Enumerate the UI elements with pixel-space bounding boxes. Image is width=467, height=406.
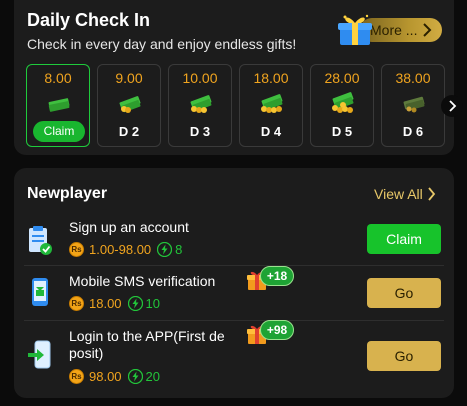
view-all-link[interactable]: View All <box>374 186 436 202</box>
task-name: Sign up an account <box>69 219 189 235</box>
cash-stack-icon <box>48 98 70 112</box>
daily-checkin-subtitle: Check in every day and enjoy endless gif… <box>27 36 297 52</box>
scroll-right-button[interactable] <box>441 95 463 117</box>
rupee-coin-icon: Rs <box>69 242 84 257</box>
bonus-amount: +18 <box>260 266 294 286</box>
day-amount: 9.00 <box>115 70 143 86</box>
reward-amount: 98.00 <box>89 369 122 384</box>
day-card-5[interactable]: 28.00 D 5 <box>310 64 374 147</box>
view-all-label: View All <box>374 186 423 202</box>
task-name-line1: Login to the APP(First de <box>69 328 225 344</box>
claim-pill[interactable]: Claim <box>33 121 85 142</box>
chevron-right-icon <box>449 100 457 112</box>
day-amount: 18.00 <box>253 70 289 86</box>
task-reward: Rs 18.00 10 <box>69 296 160 311</box>
day-card-6[interactable]: 38.00 D 6 <box>381 64 445 147</box>
divider <box>24 265 444 266</box>
day-amount: 8.00 <box>44 70 72 86</box>
day-label: D 3 <box>189 124 211 139</box>
bonus-badge: +18 <box>246 266 300 292</box>
rupee-coin-icon: Rs <box>69 296 84 311</box>
gift-box-icon <box>338 14 372 45</box>
divider <box>24 320 444 321</box>
day-card-4[interactable]: 18.00 D 4 <box>239 64 303 147</box>
day-amount: 10.00 <box>182 70 218 86</box>
bonus-badge: +98 <box>246 320 300 346</box>
day-amount: 28.00 <box>324 70 360 86</box>
cash-stack-icon <box>119 96 141 113</box>
task-name: Login to the APP(First de posit) <box>69 328 225 362</box>
daily-checkin-card: Daily Check In Check in every day and en… <box>14 0 463 155</box>
chevron-right-icon <box>423 23 432 37</box>
bonus-amount: +98 <box>260 320 294 340</box>
chevron-right-icon <box>428 187 435 201</box>
reward-amount: 18.00 <box>89 296 122 311</box>
newplayer-title: Newplayer <box>27 185 108 202</box>
cash-stack-icon <box>261 94 283 113</box>
task-reward: Rs 98.00 20 <box>69 369 160 384</box>
daily-checkin-title: Daily Check In <box>27 10 151 30</box>
day-label: D 6 <box>402 124 424 139</box>
day-amount: 38.00 <box>395 70 431 86</box>
reward-points: 8 <box>175 242 183 257</box>
lightning-bolt-icon <box>127 296 143 311</box>
day-card-2[interactable]: 9.00 D 2 <box>97 64 161 147</box>
cash-stack-icon <box>403 96 425 113</box>
reward-amount: 1.00-98.00 <box>89 242 152 257</box>
cash-stack-icon <box>190 95 212 113</box>
newplayer-card: Newplayer View All Sign up an account Rs… <box>14 168 454 398</box>
day-label: D 4 <box>260 124 282 139</box>
lightning-bolt-icon <box>157 242 173 257</box>
claim-button[interactable]: Claim <box>367 224 441 254</box>
day-card-3[interactable]: 10.00 D 3 <box>168 64 232 147</box>
task-name: Mobile SMS verification <box>69 273 216 289</box>
day-list: 8.00 Claim 9.00 D 2 10.00 D 3 18.00 D 4 … <box>26 64 452 148</box>
phone-sms-icon <box>32 278 48 306</box>
reward-points: 10 <box>145 296 161 311</box>
task-reward: Rs 1.00-98.00 8 <box>69 242 182 257</box>
rupee-coin-icon: Rs <box>69 369 84 384</box>
cash-stack-icon <box>332 92 354 113</box>
go-button[interactable]: Go <box>367 278 441 308</box>
more-button-label: More ... <box>370 22 418 38</box>
phone-login-icon <box>28 340 51 369</box>
day-card-1[interactable]: 8.00 Claim <box>26 64 90 147</box>
go-button[interactable]: Go <box>367 341 441 371</box>
day-label: D 2 <box>118 124 140 139</box>
reward-points: 20 <box>145 369 161 384</box>
day-label: D 5 <box>331 124 353 139</box>
document-check-icon <box>29 226 52 255</box>
lightning-bolt-icon <box>127 369 143 384</box>
task-name-line2: posit) <box>69 345 104 361</box>
